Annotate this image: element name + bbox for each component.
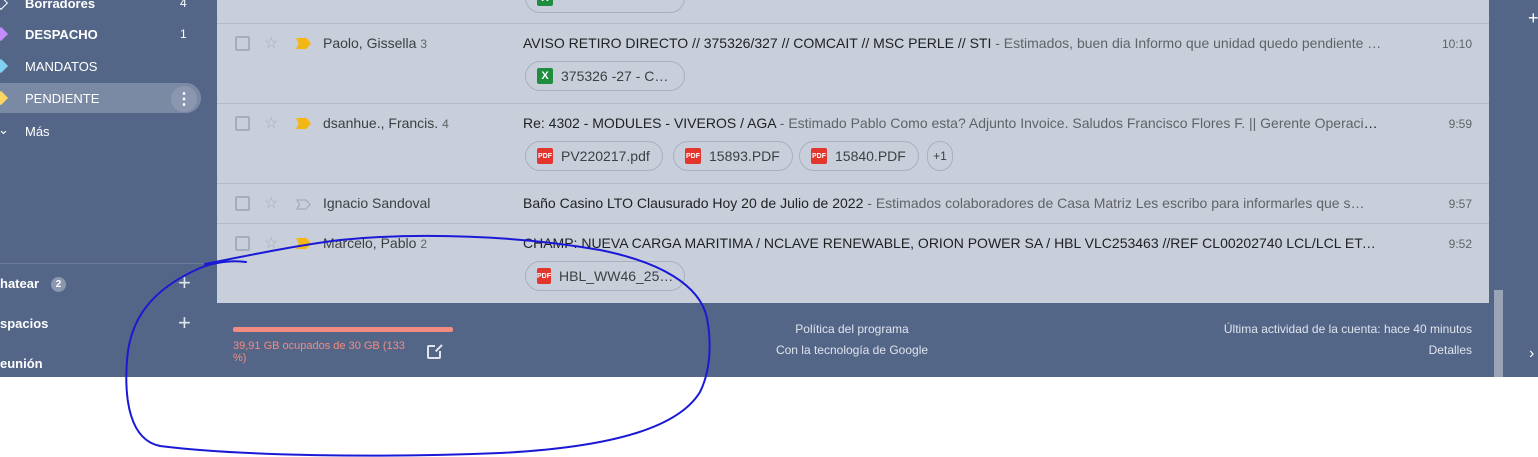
important-marker-icon[interactable] <box>296 38 311 49</box>
time: 9:57 <box>1448 197 1472 211</box>
sidebar-item-count: 1 <box>180 27 187 41</box>
chevron-down-icon: ⌄ <box>0 122 9 137</box>
star-icon[interactable]: ☆ <box>264 113 278 133</box>
storage-usage-bar <box>233 327 453 332</box>
pdf-icon: PDF <box>685 148 701 164</box>
sidebar-section-meet[interactable]: eunión <box>0 352 217 376</box>
chevron-right-icon[interactable]: › <box>1529 345 1534 363</box>
add-space-icon[interactable]: + <box>178 310 191 336</box>
table-row[interactable]: ☆ Paolo, Gissella 3 AVISO RETIRO DIRECTO … <box>217 24 1489 104</box>
attachment-chip[interactable]: PDF HBL_WW46_25… <box>525 261 685 291</box>
pdf-icon: PDF <box>537 268 551 284</box>
sidebar-section-chat[interactable]: hatear 2 + <box>0 270 217 296</box>
attachment-chip[interactable]: X <box>525 0 685 13</box>
attachment-name: 375326 -27 - C… <box>561 68 669 84</box>
footer: 39,91 GB ocupados de 30 GB (133 %) Polít… <box>217 303 1489 377</box>
sender: dsanhue., Francis. 4 <box>323 115 449 131</box>
attachment-name: 15893.PDF <box>709 148 780 164</box>
time: 9:59 <box>1448 117 1472 131</box>
sidebar: Borradores 4 DESPACHO 1 MANDATOS PENDIEN… <box>0 0 217 377</box>
attachment-chip[interactable]: X 375326 -27 - C… <box>525 61 685 91</box>
sidebar-item-pendiente[interactable]: PENDIENTE ⋮ <box>0 83 201 113</box>
section-label: hatear <box>0 276 40 291</box>
table-row[interactable]: ☆ Ignacio Sandoval Baño Casino LTO Claus… <box>217 184 1489 224</box>
draft-icon <box>0 0 9 11</box>
attachment-name: HBL_WW46_25… <box>559 268 674 284</box>
attachment-name: PV220217.pdf <box>561 148 650 164</box>
details-link[interactable]: Detalles <box>1117 343 1472 357</box>
section-label: spacios <box>0 316 49 331</box>
sidebar-item-mas[interactable]: ⌄ Más <box>0 116 200 146</box>
powered-by-text: Con la tecnología de Google <box>775 343 929 357</box>
more-options-icon[interactable]: ⋮ <box>171 86 197 112</box>
unread-badge: 2 <box>51 277 66 292</box>
add-chat-icon[interactable]: + <box>178 270 191 296</box>
row-checkbox[interactable] <box>235 236 250 251</box>
sidebar-item-label: PENDIENTE <box>25 90 100 106</box>
sidebar-item-mandatos[interactable]: MANDATOS <box>0 51 200 81</box>
section-label: eunión <box>0 356 43 371</box>
label-icon <box>0 58 9 74</box>
label-icon <box>0 26 9 42</box>
time: 10:10 <box>1441 37 1472 51</box>
table-row[interactable]: ☆ Marcelo, Pablo 2 CHAMP: NUEVA CARGA MAR… <box>217 224 1489 303</box>
more-attachments-button[interactable]: +1 <box>927 141 953 171</box>
label-icon <box>0 90 9 106</box>
add-addon-icon[interactable]: + <box>1528 8 1538 29</box>
subject-snippet: Baño Casino LTO Clausurado Hoy 20 de Jul… <box>523 195 1365 211</box>
sidebar-section-spaces[interactable]: spacios + <box>0 310 217 336</box>
attachment-name: 15840.PDF <box>835 148 906 164</box>
pdf-icon: PDF <box>811 148 827 164</box>
important-marker-icon[interactable] <box>296 118 311 129</box>
sidebar-item-label: MANDATOS <box>25 58 98 74</box>
star-icon[interactable]: ☆ <box>264 233 278 253</box>
star-icon[interactable]: ☆ <box>264 193 278 213</box>
gmail-window: Borradores 4 DESPACHO 1 MANDATOS PENDIEN… <box>0 0 1538 457</box>
row-checkbox[interactable] <box>235 196 250 211</box>
attachment-chip[interactable]: PDF 15893.PDF <box>673 141 793 171</box>
last-activity-text: Última actividad de la cuenta: hace 40 m… <box>1223 322 1472 336</box>
row-checkbox[interactable] <box>235 36 250 51</box>
program-policy-link[interactable]: Política del programa <box>717 322 987 336</box>
table-row[interactable]: X <box>217 0 1489 24</box>
pdf-icon: PDF <box>537 148 553 164</box>
spreadsheet-icon: X <box>537 68 553 84</box>
sidebar-item-label: Borradores <box>25 0 96 11</box>
sidebar-divider <box>0 263 217 264</box>
spreadsheet-icon: X <box>537 0 553 6</box>
side-panel-rail: + › <box>1489 0 1538 377</box>
sender: Paolo, Gissella 3 <box>323 35 428 51</box>
sidebar-item-despacho[interactable]: DESPACHO 1 <box>0 19 200 49</box>
open-in-new-icon[interactable] <box>427 344 443 359</box>
sender: Ignacio Sandoval <box>323 195 431 211</box>
attachment-chip[interactable]: PDF 15840.PDF <box>799 141 919 171</box>
sidebar-item-count: 4 <box>180 0 187 10</box>
subject-snippet: CHAMP: NUEVA CARGA MARITIMA / NCLAVE REN… <box>523 235 1383 251</box>
attachment-chip[interactable]: PDF PV220217.pdf <box>525 141 663 171</box>
storage-usage-text[interactable]: 39,91 GB ocupados de 30 GB (133 %) <box>233 340 413 364</box>
time: 9:52 <box>1448 237 1472 251</box>
table-row[interactable]: ☆ dsanhue., Francis. 4 Re: 4302 - MODULES… <box>217 104 1489 184</box>
subject-snippet: Re: 4302 - MODULES - VIVEROS / AGA - Est… <box>523 115 1383 131</box>
email-list: X ☆ Paolo, Gissella3 AVISO RETIRO DIRECT… <box>217 0 1489 303</box>
scrollbar[interactable] <box>1494 290 1503 377</box>
subject-snippet: AVISO RETIRO DIRECTO // 375326/327 // CO… <box>523 35 1382 51</box>
sidebar-item-borradores[interactable]: Borradores 4 <box>0 0 200 18</box>
sidebar-item-label: DESPACHO <box>25 26 98 42</box>
row-checkbox[interactable] <box>235 116 250 131</box>
sidebar-item-label: Más <box>25 123 50 139</box>
important-marker-icon[interactable] <box>296 238 311 249</box>
star-icon[interactable]: ☆ <box>264 33 278 53</box>
important-marker-icon[interactable] <box>295 197 311 210</box>
sender: Marcelo, Pablo 2 <box>323 235 428 251</box>
